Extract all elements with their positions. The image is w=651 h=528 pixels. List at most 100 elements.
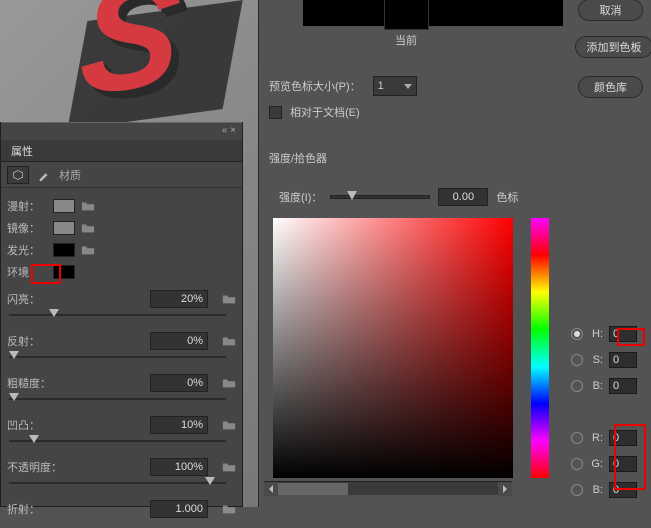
slider-track[interactable] xyxy=(7,352,236,366)
highlight-ambient-swatch xyxy=(31,264,61,284)
label-b: B: xyxy=(589,380,603,392)
relative-to-doc-label: 相对于文档(E) xyxy=(290,104,360,120)
radio-s[interactable] xyxy=(571,354,583,366)
panel-tab-label: 属性 xyxy=(1,143,43,159)
slider-track[interactable] xyxy=(7,436,236,450)
radio-r8[interactable] xyxy=(571,432,583,444)
intensity-row: 强度(I)： 0.00 色标 xyxy=(279,188,518,206)
slider-value-input[interactable]: 0% xyxy=(150,332,208,350)
slider-row-5: 折射： 1.000 xyxy=(7,500,236,518)
folder-icon[interactable] xyxy=(222,461,236,473)
folder-icon[interactable] xyxy=(81,200,95,212)
intensity-label: 强度(I)： xyxy=(279,189,322,205)
radio-b8[interactable] xyxy=(571,484,583,496)
slider-label: 折射： xyxy=(7,501,59,517)
slider-row-0: 闪亮：20% xyxy=(7,290,236,308)
scroll-left-button[interactable] xyxy=(264,482,278,496)
slider-label: 凹凸： xyxy=(7,417,59,433)
label-r8: R: xyxy=(589,432,603,444)
slider-track[interactable] xyxy=(7,394,236,408)
panel-toolbar: 材质 xyxy=(1,162,242,188)
highlight-rgb-inputs xyxy=(614,424,646,490)
slider-label: 粗糙度： xyxy=(7,375,59,391)
swatch-specular[interactable] xyxy=(53,221,75,235)
radio-h[interactable] xyxy=(571,328,583,340)
cancel-button[interactable]: 取消 xyxy=(578,0,643,21)
chevron-down-icon xyxy=(404,84,412,89)
hue-slider[interactable] xyxy=(531,218,549,478)
radio-g8[interactable] xyxy=(571,458,583,470)
label-g8: G: xyxy=(589,458,603,470)
scroll-thumb[interactable] xyxy=(278,483,348,495)
properties-panel: « × 属性 材质 漫射： 镜像： 发光： 环境： 闪亮：20%反 xyxy=(0,122,243,507)
label-specular: 镜像： xyxy=(7,220,53,236)
slider-row-3: 凹凸： 10% xyxy=(7,416,236,434)
slider-value-input[interactable]: 0% xyxy=(150,374,208,392)
slider-row-2: 粗糙度： 0% xyxy=(7,374,236,392)
material-label: 材质 xyxy=(59,167,81,183)
slider-knob[interactable] xyxy=(9,393,19,401)
slider-row-4: 不透明度： 100% xyxy=(7,458,236,476)
brush-icon[interactable] xyxy=(37,168,51,182)
radio-b[interactable] xyxy=(571,380,583,392)
scroll-right-button[interactable] xyxy=(498,482,512,496)
slider-knob[interactable] xyxy=(29,435,39,443)
row-diffuse: 漫射： xyxy=(7,196,236,216)
intensity-slider-knob[interactable] xyxy=(347,191,357,200)
preview-size-value: 1 xyxy=(378,80,384,92)
slider-knob[interactable] xyxy=(9,351,19,359)
slider-label: 反射： xyxy=(7,333,59,349)
shape-s: S xyxy=(78,0,242,119)
hsb-b-row: B: 0 xyxy=(571,378,637,394)
label-glow: 发光： xyxy=(7,242,53,258)
chevron-right-icon xyxy=(502,485,508,493)
slider-value-input[interactable]: 10% xyxy=(150,416,208,434)
color-picker-dialog: 当前 取消 添加到色板 颜色库 32 位值 R: 0.0000 G: 0.000… xyxy=(258,0,651,507)
color-library-button[interactable]: 颜色库 xyxy=(578,76,643,98)
highlight-h-input xyxy=(617,328,645,346)
add-to-swatches-button[interactable]: 添加到色板 xyxy=(575,36,651,58)
picker-title: 强度/拾色器 xyxy=(269,150,327,166)
saturation-value-field[interactable] xyxy=(273,218,513,478)
slider-value-input[interactable]: 100% xyxy=(150,458,208,476)
relative-to-doc-row: 相对于文档(E) xyxy=(269,104,360,120)
intensity-input[interactable]: 0.00 xyxy=(438,188,488,206)
slider-track[interactable] xyxy=(7,310,236,324)
folder-icon[interactable] xyxy=(81,244,95,256)
folder-icon[interactable] xyxy=(222,377,236,389)
folder-icon[interactable] xyxy=(222,335,236,347)
panel-header: « × xyxy=(1,122,242,140)
label-s: S: xyxy=(589,354,603,366)
label-h: H: xyxy=(589,328,603,340)
slider-value-input[interactable]: 1.000 xyxy=(150,500,208,518)
color-swatch-preview xyxy=(303,0,563,26)
slider-label: 不透明度： xyxy=(7,459,59,475)
color-swatch-current[interactable] xyxy=(384,0,429,30)
material-preset-button[interactable] xyxy=(7,166,29,184)
cube-icon xyxy=(12,169,24,181)
panel-tab-properties[interactable]: 属性 xyxy=(1,140,242,162)
swatch-diffuse[interactable] xyxy=(53,199,75,213)
slider-track[interactable] xyxy=(7,478,236,492)
panel-collapse-close[interactable]: « × xyxy=(222,125,236,136)
row-glow: 发光： xyxy=(7,240,236,260)
hsb-s-row: S: 0 xyxy=(571,352,637,368)
slider-knob[interactable] xyxy=(205,477,215,485)
scroll-track[interactable] xyxy=(278,482,498,496)
swatch-label-current: 当前 xyxy=(395,32,417,48)
slider-value-input[interactable]: 20% xyxy=(150,290,208,308)
folder-icon[interactable] xyxy=(222,293,236,305)
input-s[interactable]: 0 xyxy=(609,352,637,368)
folder-icon[interactable] xyxy=(222,503,236,515)
preview-size-select[interactable]: 1 xyxy=(373,76,417,96)
swatch-glow[interactable] xyxy=(53,243,75,257)
relative-to-doc-checkbox[interactable] xyxy=(269,106,282,119)
slider-knob[interactable] xyxy=(49,309,59,317)
intensity-after-label: 色标 xyxy=(496,189,518,205)
intensity-slider[interactable] xyxy=(330,195,430,199)
folder-icon[interactable] xyxy=(222,419,236,431)
row-specular: 镜像： xyxy=(7,218,236,238)
input-b[interactable]: 0 xyxy=(609,378,637,394)
folder-icon[interactable] xyxy=(81,222,95,234)
picker-h-scrollbar[interactable] xyxy=(264,481,512,495)
